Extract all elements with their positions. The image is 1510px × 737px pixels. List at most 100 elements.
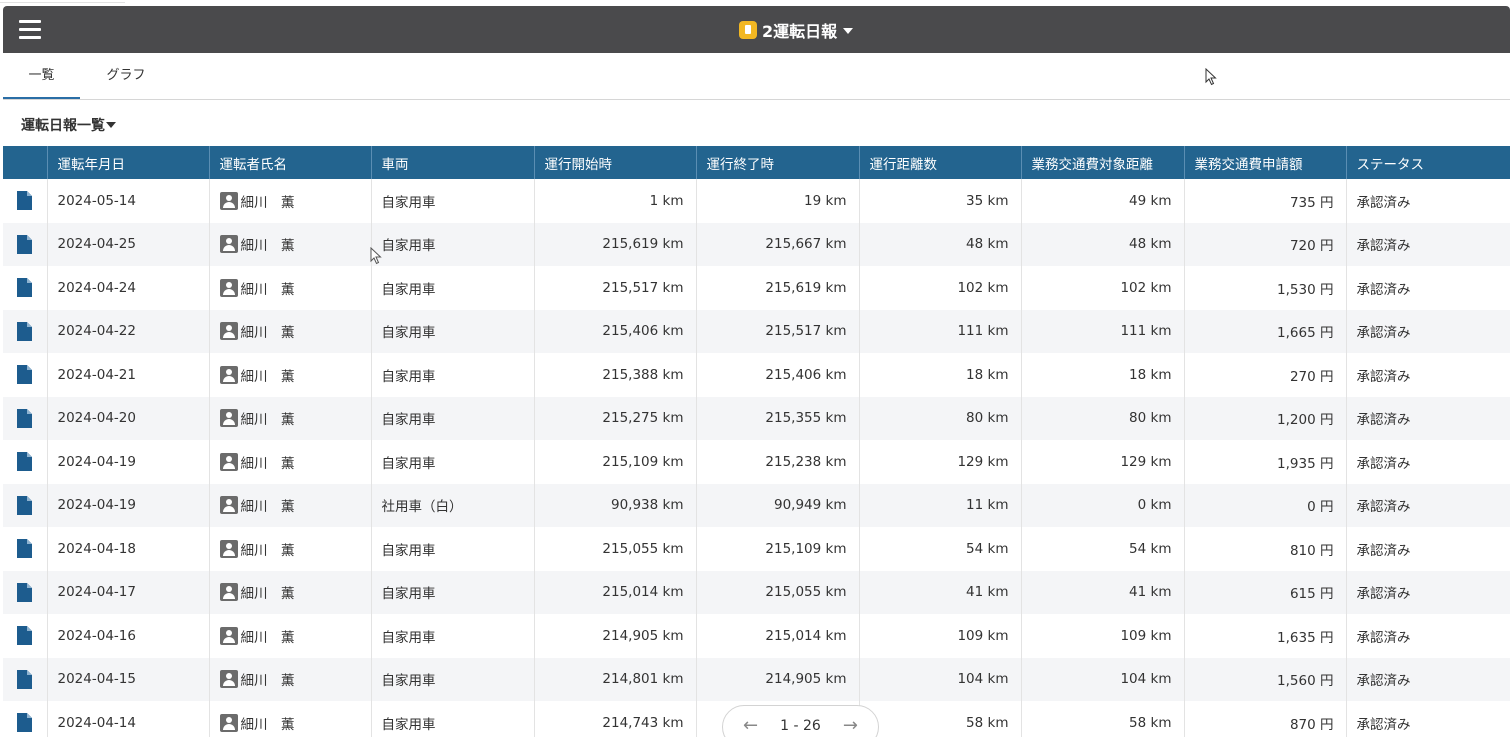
user-icon — [219, 713, 238, 732]
cell-driver: 細川 薫 — [209, 483, 372, 527]
cell-distance: 104 km — [859, 657, 1022, 701]
document-icon[interactable] — [17, 365, 33, 385]
row-detail-cell[interactable] — [3, 353, 48, 397]
cell-start: 215,275 km — [534, 396, 697, 440]
table-row[interactable]: 2024-04-20 細川 薫自家用車 215,275 km 215,355 km 80… — [3, 396, 1510, 440]
hamburger-menu-icon[interactable] — [19, 19, 41, 39]
column-header[interactable]: 業務交通費申請額 — [1184, 146, 1347, 179]
cell-distance: 41 km — [859, 570, 1022, 614]
document-icon[interactable] — [17, 278, 33, 298]
row-detail-cell[interactable] — [3, 614, 48, 658]
tab-list[interactable]: 一覧 — [3, 53, 80, 99]
row-detail-cell[interactable] — [3, 570, 48, 614]
cell-distance: 111 km — [859, 309, 1022, 353]
driver-name: 細川 薫 — [240, 368, 295, 385]
driver-name: 細川 薫 — [240, 716, 295, 733]
cell-vehicle: 自家用車 — [371, 701, 535, 737]
cell-vehicle: 自家用車 — [371, 266, 535, 310]
cell-status: 承認済み — [1346, 266, 1510, 310]
row-detail-cell[interactable] — [3, 527, 48, 571]
document-icon[interactable] — [17, 582, 33, 602]
cell-vehicle: 自家用車 — [371, 570, 535, 614]
tab-graph[interactable]: グラフ — [91, 53, 161, 99]
user-icon — [219, 235, 238, 254]
driver-name: 細川 薫 — [240, 455, 295, 472]
page-range: 1 - 26 — [780, 718, 821, 734]
cell-target-distance: 129 km — [1021, 440, 1185, 484]
cell-date: 2024-05-14 — [47, 179, 210, 223]
document-icon[interactable] — [17, 452, 33, 472]
cell-status: 承認済み — [1346, 614, 1510, 658]
row-detail-cell[interactable] — [3, 657, 48, 701]
column-header[interactable]: 車両 — [371, 146, 535, 179]
table-row[interactable]: 2024-04-19 細川 薫自家用車 215,109 km 215,238 km 12… — [3, 440, 1510, 484]
column-header[interactable]: 業務交通費対象距離 — [1021, 146, 1185, 179]
table-row[interactable]: 2024-04-19 細川 薫 社用車（白） 90,938 km 90,949 km 11… — [3, 483, 1510, 527]
table-row[interactable]: 2024-05-14 細川 薫 自家用車 1 km 19 km 35 km 49 km 735… — [3, 179, 1510, 223]
row-detail-cell[interactable] — [3, 179, 48, 223]
cell-date: 2024-04-14 — [47, 701, 210, 737]
table-row[interactable]: 2024-04-15 細川 薫自家用車 214,801 km 214,905 km 10… — [3, 657, 1510, 701]
cell-vehicle: 自家用車 — [371, 353, 535, 397]
row-detail-cell[interactable] — [3, 309, 48, 353]
document-icon[interactable] — [17, 321, 33, 341]
column-header[interactable]: 運転者氏名 — [209, 146, 372, 179]
cell-distance: 35 km — [859, 179, 1022, 223]
cell-driver: 細川 薫 — [209, 396, 372, 440]
user-icon — [219, 278, 238, 297]
column-header[interactable]: 運行距離数 — [859, 146, 1022, 179]
table-row[interactable]: 2024-04-25 細川 薫自家用車 215,619 km 215,667 km 48… — [3, 222, 1510, 266]
driver-name: 細川 薫 — [240, 629, 295, 646]
table-row[interactable]: 2024-04-21 細川 薫自家用車 215,388 km 215,406 km 18… — [3, 353, 1510, 397]
row-detail-cell[interactable] — [3, 266, 48, 310]
cell-vehicle: 自家用車 — [371, 309, 535, 353]
arrow-left-icon[interactable]: ← — [743, 717, 758, 735]
document-icon[interactable] — [17, 234, 33, 254]
document-icon[interactable] — [17, 626, 33, 646]
column-header[interactable]: 運転年月日 — [47, 146, 210, 179]
cell-driver: 細川 薫 — [209, 657, 372, 701]
cell-distance: 58 km — [859, 701, 1022, 737]
cell-driver: 細川 薫 — [209, 353, 372, 397]
cell-start: 214,801 km — [534, 657, 697, 701]
column-header[interactable]: 運行終了時 — [696, 146, 860, 179]
cell-status: 承認済み — [1346, 353, 1510, 397]
row-detail-cell[interactable] — [3, 396, 48, 440]
cell-date: 2024-04-15 — [47, 657, 210, 701]
cell-distance: 11 km — [859, 483, 1022, 527]
row-detail-cell[interactable] — [3, 440, 48, 484]
driver-name: 細川 薫 — [240, 238, 295, 255]
cell-target-distance: 0 km — [1021, 483, 1185, 527]
cell-end: 19 km — [696, 179, 860, 223]
table-row[interactable]: 2024-04-16 細川 薫自家用車 214,905 km 215,014 km 10… — [3, 614, 1510, 658]
cell-end: 215,014 km — [696, 614, 860, 658]
cell-start: 215,388 km — [534, 353, 697, 397]
user-icon — [219, 626, 238, 645]
table-row[interactable]: 2024-04-24 細川 薫自家用車 215,517 km 215,619 km 10… — [3, 266, 1510, 310]
view-selector[interactable]: 運転日報一覧 — [21, 115, 116, 135]
cell-amount: 0 円 — [1184, 483, 1347, 527]
cell-target-distance: 49 km — [1021, 179, 1185, 223]
column-header[interactable]: 運行開始時 — [534, 146, 697, 179]
cell-status: 承認済み — [1346, 527, 1510, 571]
table-row[interactable]: 2024-04-17 細川 薫自家用車 215,014 km 215,055 km 41… — [3, 570, 1510, 614]
document-icon[interactable] — [17, 539, 33, 559]
driver-name: 細川 薫 — [240, 499, 295, 516]
document-icon[interactable] — [17, 669, 33, 689]
row-detail-cell[interactable] — [3, 483, 48, 527]
cell-vehicle: 自家用車 — [371, 527, 535, 571]
document-icon[interactable] — [17, 408, 33, 428]
table-row[interactable]: 2024-04-22 細川 薫自家用車 215,406 km 215,517 km 11… — [3, 309, 1510, 353]
column-header[interactable]: ステータス — [1346, 146, 1510, 179]
document-icon[interactable] — [17, 495, 33, 515]
arrow-right-icon[interactable]: → — [843, 717, 858, 735]
table-row[interactable]: 2024-04-18 細川 薫自家用車 215,055 km 215,109 km 54… — [3, 527, 1510, 571]
app-title-switcher[interactable]: 2運転日報 — [739, 19, 854, 41]
document-icon[interactable] — [17, 713, 33, 733]
cell-amount: 270 円 — [1184, 353, 1347, 397]
row-detail-cell[interactable] — [3, 222, 48, 266]
document-icon[interactable] — [17, 191, 33, 211]
cell-end: 215,355 km — [696, 396, 860, 440]
row-detail-cell[interactable] — [3, 701, 48, 737]
driver-name: 細川 薫 — [240, 325, 295, 342]
